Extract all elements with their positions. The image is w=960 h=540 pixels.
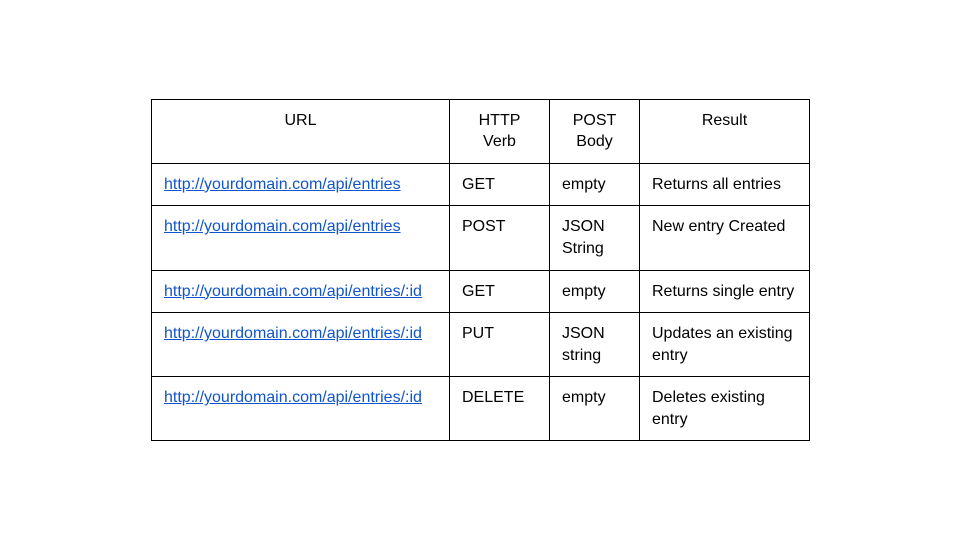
cell-result: Returns all entries [640,163,810,206]
cell-body: empty [550,163,640,206]
api-url-link[interactable]: http://yourdomain.com/api/entries [164,176,401,193]
api-url-link[interactable]: http://yourdomain.com/api/entries [164,218,401,235]
api-url-link[interactable]: http://yourdomain.com/api/entries/:id [164,283,422,300]
cell-url: http://yourdomain.com/api/entries/:id [152,313,450,377]
table-row: http://yourdomain.com/api/entries GET em… [152,163,810,206]
cell-verb: GET [450,163,550,206]
table-row: http://yourdomain.com/api/entries/:id GE… [152,270,810,313]
api-table: URL HTTP Verb POST Body Result http://yo… [151,99,810,442]
cell-body: JSON String [550,206,640,270]
api-url-link[interactable]: http://yourdomain.com/api/entries/:id [164,325,422,342]
header-result: Result [640,99,810,163]
cell-result: New entry Created [640,206,810,270]
header-body: POST Body [550,99,640,163]
cell-body: JSON string [550,313,640,377]
cell-result: Returns single entry [640,270,810,313]
cell-url: http://yourdomain.com/api/entries/:id [152,270,450,313]
table-row: http://yourdomain.com/api/entries POST J… [152,206,810,270]
header-url: URL [152,99,450,163]
cell-body: empty [550,377,640,441]
cell-verb: GET [450,270,550,313]
cell-result: Updates an existing entry [640,313,810,377]
table-header-row: URL HTTP Verb POST Body Result [152,99,810,163]
cell-result: Deletes existing entry [640,377,810,441]
cell-url: http://yourdomain.com/api/entries [152,206,450,270]
cell-body: empty [550,270,640,313]
cell-verb: POST [450,206,550,270]
table-row: http://yourdomain.com/api/entries/:id PU… [152,313,810,377]
cell-url: http://yourdomain.com/api/entries [152,163,450,206]
cell-verb: PUT [450,313,550,377]
header-verb: HTTP Verb [450,99,550,163]
api-table-container: URL HTTP Verb POST Body Result http://yo… [151,99,809,442]
cell-verb: DELETE [450,377,550,441]
api-url-link[interactable]: http://yourdomain.com/api/entries/:id [164,389,422,406]
cell-url: http://yourdomain.com/api/entries/:id [152,377,450,441]
table-row: http://yourdomain.com/api/entries/:id DE… [152,377,810,441]
